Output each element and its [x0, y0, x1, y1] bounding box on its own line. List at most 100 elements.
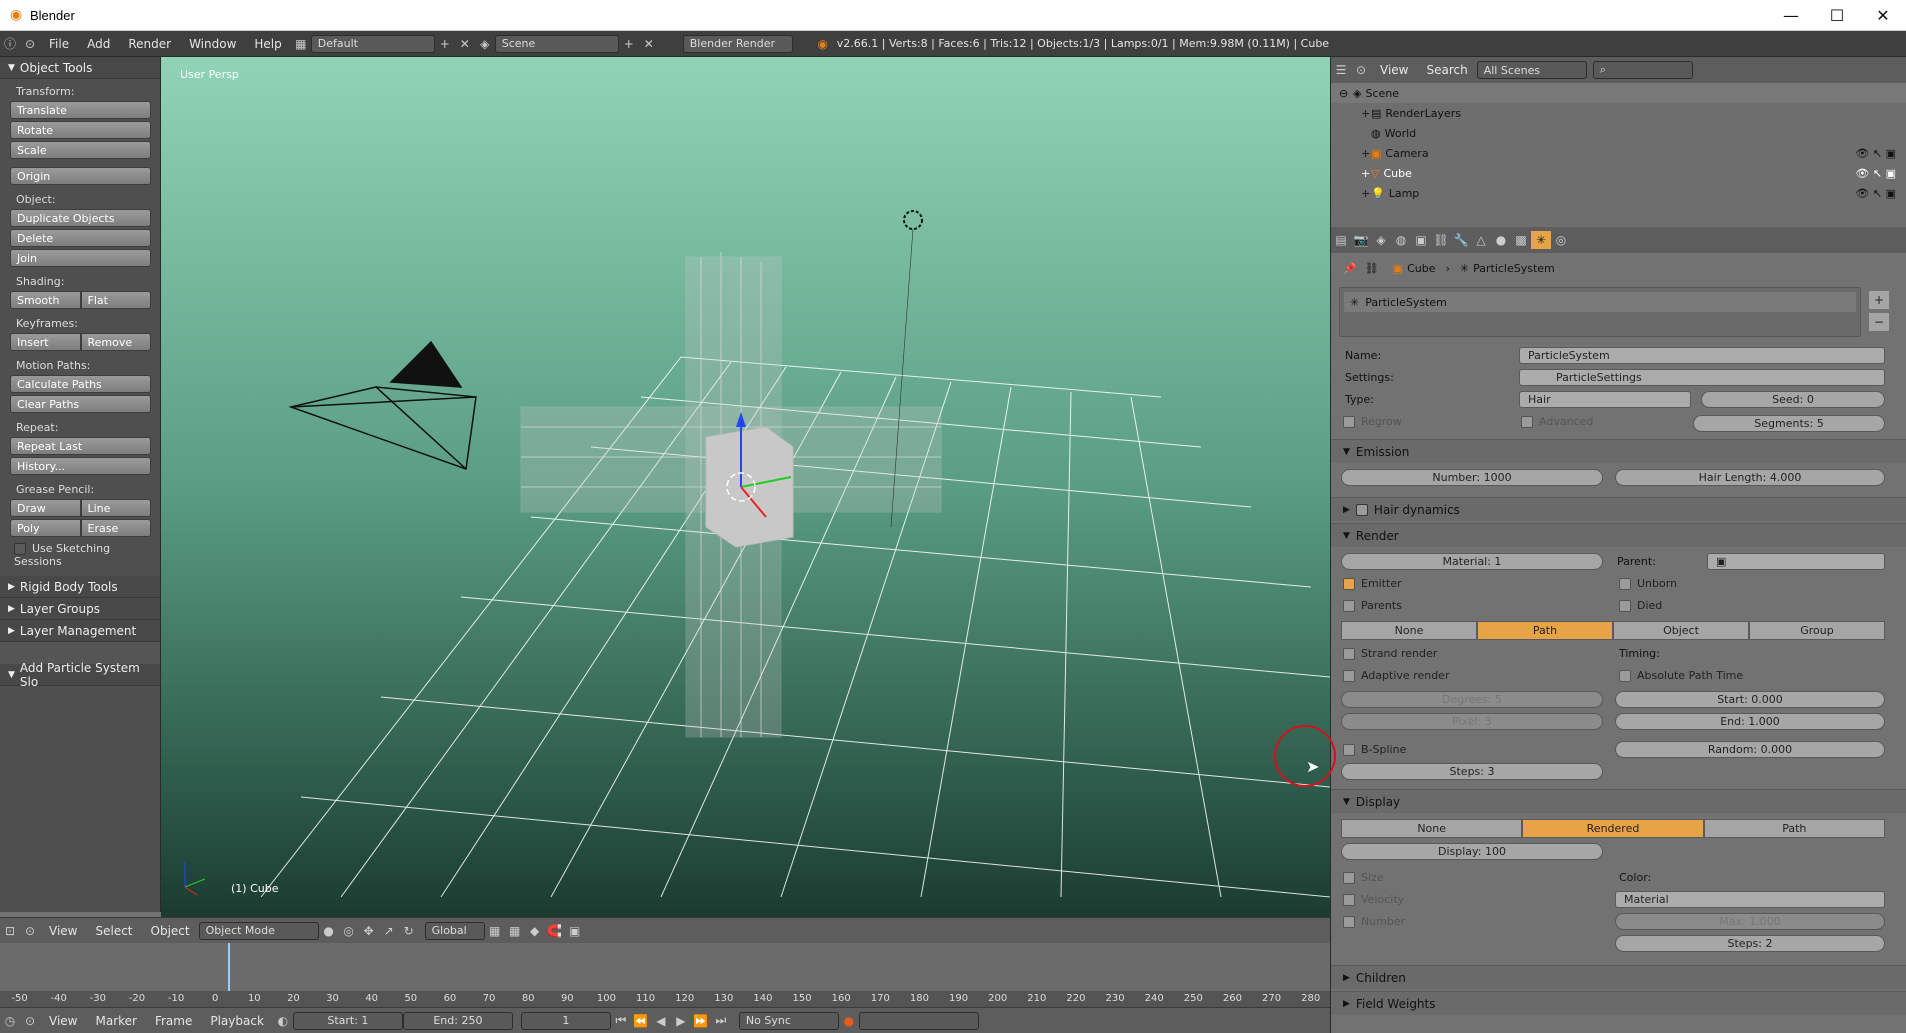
menu-marker[interactable]: Marker [86, 1014, 145, 1028]
join-button[interactable]: Join [10, 249, 151, 267]
erase-button[interactable]: Erase [80, 519, 151, 537]
prev-key-icon[interactable]: ⏪ [631, 1012, 651, 1030]
minimize-button[interactable]: — [1768, 0, 1814, 31]
object-tab-icon[interactable]: ▣ [1411, 231, 1431, 249]
preview-range-icon[interactable]: ◐ [273, 1012, 293, 1030]
sketching-sessions-checkbox[interactable]: Use Sketching Sessions [0, 539, 160, 576]
sync-dropdown[interactable]: No Sync [738, 1011, 839, 1030]
absolute-path-time-checkbox[interactable]: Absolute Path Time [1619, 669, 1743, 682]
display-mode-dropdown[interactable]: All Scenes [1476, 61, 1587, 79]
settings-field[interactable]: ParticleSettings [1519, 369, 1885, 386]
layer-management-header[interactable]: ▶ Layer Management [0, 620, 160, 642]
layers-icon[interactable]: ▦ [485, 922, 505, 940]
remove-slot-button[interactable]: − [1869, 313, 1889, 331]
scene-tab-icon[interactable]: ◈ [1371, 231, 1391, 249]
pixel-field[interactable]: Pixel: 3 [1341, 713, 1603, 730]
jump-end-icon[interactable]: ⏭ [711, 1012, 731, 1030]
menu-view[interactable]: View [40, 924, 86, 938]
rotate-manip-icon[interactable]: ↻ [399, 922, 419, 940]
particle-system-list-item[interactable]: ✳ ParticleSystem [1344, 292, 1856, 312]
display-steps-field[interactable]: Steps: 2 [1615, 935, 1885, 952]
start-frame-field[interactable]: Start: 1 [292, 1011, 403, 1030]
clear-paths-button[interactable]: Clear Paths [10, 395, 151, 413]
repeat-last-button[interactable]: Repeat Last [10, 437, 151, 455]
menu-view[interactable]: View [40, 1014, 86, 1028]
render-as-path[interactable]: Path [1477, 621, 1613, 640]
velocity-checkbox[interactable]: Velocity [1343, 893, 1404, 906]
play-reverse-icon[interactable]: ◀ [651, 1012, 671, 1030]
degrees-field[interactable]: Degrees: 5 [1341, 691, 1603, 708]
current-frame-field[interactable]: 1 [520, 1011, 611, 1030]
render-as-none[interactable]: None [1341, 621, 1477, 640]
screen-layout-icon[interactable]: ▦ [291, 35, 311, 53]
record-icon[interactable]: ● [839, 1012, 859, 1030]
origin-button[interactable]: Origin [10, 167, 151, 185]
number-checkbox[interactable]: Number [1343, 915, 1405, 928]
smooth-button[interactable]: Smooth [10, 291, 81, 309]
children-panel-header[interactable]: ▶ Children [1331, 965, 1906, 989]
translate-button[interactable]: Translate [10, 101, 151, 119]
history-button[interactable]: History... [10, 457, 151, 475]
emitter-checkbox[interactable]: Emitter [1343, 577, 1402, 590]
outliner-search-input[interactable]: ⌕ [1592, 61, 1693, 79]
seed-field[interactable]: Seed: 0 [1701, 391, 1885, 408]
unborn-checkbox[interactable]: Unborn [1619, 577, 1677, 590]
random-field[interactable]: Random: 0.000 [1615, 741, 1885, 758]
outliner-item-lamp[interactable]: + 💡 Lamp 👁 ↖ ▣ [1331, 183, 1906, 203]
render-as-group[interactable]: Group [1749, 621, 1885, 640]
translate-manip-icon[interactable]: ↗ [379, 922, 399, 940]
advanced-checkbox[interactable]: Advanced [1521, 415, 1593, 428]
segments-field[interactable]: Segments: 5 [1693, 415, 1885, 432]
render-panel-header[interactable]: ▼ Render [1331, 523, 1906, 547]
properties-editor-icon[interactable]: ▤ [1331, 231, 1351, 249]
number-field[interactable]: Number: 1000 [1341, 469, 1603, 486]
timing-end-field[interactable]: End: 1.000 [1615, 713, 1885, 730]
menu-select[interactable]: Select [86, 924, 141, 938]
snap-icon[interactable]: 🧲 [545, 922, 565, 940]
collapse-menu-icon[interactable]: ⊙ [20, 35, 40, 53]
timing-start-field[interactable]: Start: 0.000 [1615, 691, 1885, 708]
color-dropdown[interactable]: Material [1615, 891, 1885, 908]
menu-render[interactable]: Render [119, 37, 180, 51]
layers2-icon[interactable]: ▦ [505, 922, 525, 940]
add-scene-icon[interactable]: + [619, 35, 639, 53]
outliner-item-world[interactable]: ◍ World [1331, 123, 1906, 143]
delete-button[interactable]: Delete [10, 229, 151, 247]
steps-field[interactable]: Steps: 3 [1341, 763, 1603, 780]
remove-scene-icon[interactable]: ✕ [639, 35, 659, 53]
remove-keyframe-button[interactable]: Remove [80, 333, 151, 351]
mode-dropdown[interactable]: Object Mode [198, 921, 319, 940]
calculate-paths-button[interactable]: Calculate Paths [10, 375, 151, 393]
info-editor-icon[interactable]: ⓘ [0, 35, 20, 53]
max-field[interactable]: Max: 1.000 [1615, 913, 1885, 930]
modifiers-tab-icon[interactable]: 🔧 [1451, 231, 1471, 249]
pin-icon[interactable]: 📌 [1343, 262, 1357, 275]
line-button[interactable]: Line [80, 499, 151, 517]
physics-tab-icon[interactable]: ◎ [1551, 231, 1571, 249]
menu-object[interactable]: Object [142, 924, 199, 938]
remove-screen-icon[interactable]: ✕ [455, 35, 475, 53]
close-button[interactable]: ✕ [1860, 0, 1906, 31]
timeline-area[interactable]: -50 -40 -30 -20 -10 0 10 20 30 40 50 60 70 80 90 100 110… [0, 943, 1330, 1007]
menu-frame[interactable]: Frame [146, 1014, 201, 1028]
texture-tab-icon[interactable]: ▩ [1511, 231, 1531, 249]
particles-tab-icon[interactable]: ✳ [1531, 231, 1551, 249]
current-frame-marker[interactable] [228, 943, 230, 991]
died-checkbox[interactable]: Died [1619, 599, 1662, 612]
regrow-checkbox[interactable]: Regrow [1343, 415, 1402, 428]
collapse-menu-icon[interactable]: ⊙ [20, 922, 40, 940]
duplicate-objects-button[interactable]: Duplicate Objects [10, 209, 151, 227]
clock-icon[interactable]: ◷ [0, 1012, 20, 1030]
scene-icon[interactable]: ◈ [475, 35, 495, 53]
collapse-menu-icon[interactable]: ⊙ [1351, 61, 1371, 79]
name-field[interactable]: ParticleSystem [1519, 347, 1885, 364]
display-as-rendered[interactable]: Rendered [1522, 819, 1704, 838]
rotate-button[interactable]: Rotate [10, 121, 151, 139]
hair-length-field[interactable]: Hair Length: 4.000 [1615, 469, 1885, 486]
display-as-none[interactable]: None [1341, 819, 1523, 838]
hair-dynamics-panel-header[interactable]: ▶ Hair dynamics [1331, 497, 1906, 521]
play-icon[interactable]: ▶ [671, 1012, 691, 1030]
adaptive-render-checkbox[interactable]: Adaptive render [1343, 669, 1449, 682]
constraints-tab-icon[interactable]: ⛓ [1431, 231, 1451, 249]
size-checkbox[interactable]: Size [1343, 871, 1384, 884]
